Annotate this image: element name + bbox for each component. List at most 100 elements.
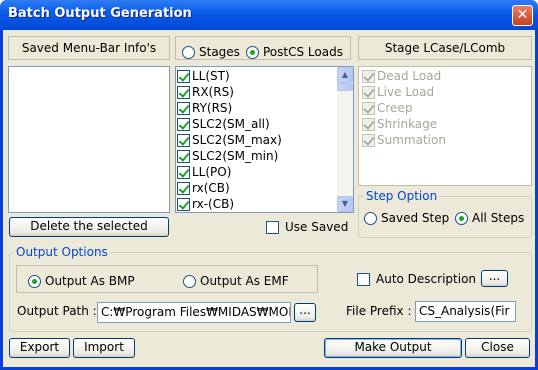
item-label: LL(PO) [192, 165, 232, 179]
make-output-label: Make Output [354, 340, 432, 354]
list-item: Dead Load [361, 68, 531, 84]
export-label: Export [19, 340, 60, 354]
item-checkbox[interactable] [177, 69, 190, 83]
output-path-input[interactable]: C:₩Program Files₩MIDAS₩MOD [97, 302, 291, 323]
item-checkbox[interactable] [177, 117, 190, 131]
list-item[interactable]: rx(CB) [176, 180, 353, 196]
item-checkbox [362, 101, 375, 115]
dialog-client: Saved Menu-Bar Info's Delete the selecte… [3, 30, 535, 367]
close-label: Close [481, 340, 514, 354]
saved-step-radio-option[interactable]: Saved Step [364, 211, 449, 225]
list-item: Creep [361, 100, 531, 116]
output-emf-radio[interactable] [183, 274, 196, 288]
use-saved-checkbox[interactable] [266, 220, 279, 234]
loads-scrollbar[interactable]: ▲ ▼ [337, 67, 353, 212]
close-icon: ✕ [516, 7, 529, 23]
auto-description-checkbox-option[interactable]: Auto Description [357, 272, 476, 286]
mode-radio-header: Stages PostCS Loads [175, 36, 351, 60]
item-checkbox[interactable] [177, 149, 190, 163]
use-saved-label: Use Saved [285, 220, 349, 234]
item-label: rx-(CB) [192, 197, 235, 211]
file-prefix-value: CS_Analysis(Fir [419, 304, 510, 318]
postcs-radio-option[interactable]: PostCS Loads [246, 41, 343, 63]
item-checkbox [362, 133, 375, 147]
item-checkbox[interactable] [177, 165, 190, 179]
loads-items: LL(ST) RX(RS) RY(RS) SLC2(SM_all) SLC2(SM_ma… [176, 67, 353, 212]
stages-radio-option[interactable]: Stages [182, 41, 240, 63]
list-item[interactable]: LL(ST) [176, 68, 353, 84]
output-options-title: Output Options [14, 245, 110, 259]
stage-lcase-list: Dead Load Live Load Creep Shrinkage Summatio… [358, 66, 532, 186]
import-button[interactable]: Import [73, 338, 135, 358]
export-button[interactable]: Export [9, 338, 70, 358]
item-checkbox[interactable] [177, 181, 190, 195]
list-item[interactable]: SLC2(SM_min) [176, 148, 353, 164]
stage-lcase-items: Dead Load Live Load Creep Shrinkage Summatio… [359, 67, 531, 148]
list-item[interactable]: RX(RS) [176, 84, 353, 100]
output-bmp-radio-option[interactable]: Output As BMP [28, 274, 135, 288]
window-title: Batch Output Generation [8, 6, 192, 21]
auto-description-label: Auto Description [376, 272, 477, 286]
make-output-button[interactable]: Make Output [324, 338, 462, 358]
list-item[interactable]: LL(PO) [176, 164, 353, 180]
item-checkbox[interactable] [177, 197, 190, 211]
close-window-button[interactable]: ✕ [512, 5, 533, 26]
delete-selected-button[interactable]: Delete the selected [9, 217, 169, 237]
scroll-down-button[interactable]: ▼ [337, 196, 353, 212]
item-label: rx(CB) [192, 181, 230, 195]
loads-list[interactable]: LL(ST) RX(RS) RY(RS) SLC2(SM_all) SLC2(SM_ma… [175, 66, 354, 213]
scroll-up-icon: ▲ [341, 70, 349, 79]
item-label: SLC2(SM_max) [192, 133, 282, 147]
item-checkbox [362, 117, 375, 131]
item-label: RY(RS) [192, 101, 233, 115]
item-label: Live Load [377, 85, 435, 99]
list-item[interactable]: RY(RS) [176, 100, 353, 116]
saved-step-radio[interactable] [364, 211, 377, 225]
stages-radio[interactable] [182, 45, 195, 59]
stage-lcase-header: Stage LCase/LComb [358, 36, 532, 60]
output-path-browse-button[interactable]: ... [294, 303, 316, 322]
output-emf-radio-option[interactable]: Output As EMF [183, 274, 289, 288]
item-checkbox [362, 69, 375, 83]
use-saved-checkbox-option[interactable]: Use Saved [266, 220, 348, 234]
auto-description-browse-button[interactable]: ... [481, 270, 508, 287]
list-item: Live Load [361, 84, 531, 100]
close-button[interactable]: Close [465, 338, 530, 358]
list-item[interactable]: rx-(CB) [176, 196, 353, 212]
ellipsis-icon: ... [299, 303, 311, 317]
saved-menu-list[interactable] [8, 66, 170, 213]
auto-description-checkbox[interactable] [357, 272, 370, 286]
stages-label: Stages [199, 45, 240, 59]
output-path-value: C:₩Program Files₩MIDAS₩MOD [101, 305, 291, 319]
item-checkbox[interactable] [177, 101, 190, 115]
item-label: Summation [377, 133, 446, 147]
item-checkbox[interactable] [177, 85, 190, 99]
stage-lcase-header-label: Stage LCase/LComb [384, 41, 506, 55]
item-label: Creep [377, 101, 413, 115]
item-label: RX(RS) [192, 85, 234, 99]
postcs-label: PostCS Loads [263, 45, 343, 59]
all-steps-radio[interactable] [455, 211, 468, 225]
delete-selected-label: Delete the selected [30, 219, 148, 233]
output-bmp-radio[interactable] [28, 274, 41, 288]
step-option-title: Step Option [364, 189, 440, 203]
import-label: Import [84, 340, 124, 354]
ellipsis-icon: ... [488, 269, 501, 283]
postcs-radio[interactable] [246, 45, 259, 59]
all-steps-label: All Steps [472, 211, 525, 225]
output-bmp-label: Output As BMP [45, 274, 135, 288]
item-checkbox[interactable] [177, 133, 190, 147]
scroll-thumb[interactable] [337, 83, 353, 91]
file-prefix-input[interactable]: CS_Analysis(Fir [415, 301, 516, 322]
list-item: Summation [361, 132, 531, 148]
item-label: SLC2(SM_min) [192, 149, 279, 163]
title-bar: Batch Output Generation ✕ [0, 0, 538, 30]
list-item[interactable]: SLC2(SM_max) [176, 132, 353, 148]
all-steps-radio-option[interactable]: All Steps [455, 211, 524, 225]
scroll-up-button[interactable]: ▲ [337, 67, 353, 83]
item-label: SLC2(SM_all) [192, 117, 270, 131]
list-item: Shrinkage [361, 116, 531, 132]
item-checkbox [362, 85, 375, 99]
list-item[interactable]: SLC2(SM_all) [176, 116, 353, 132]
batch-output-window: Batch Output Generation ✕ Saved Menu-Bar… [0, 0, 538, 370]
